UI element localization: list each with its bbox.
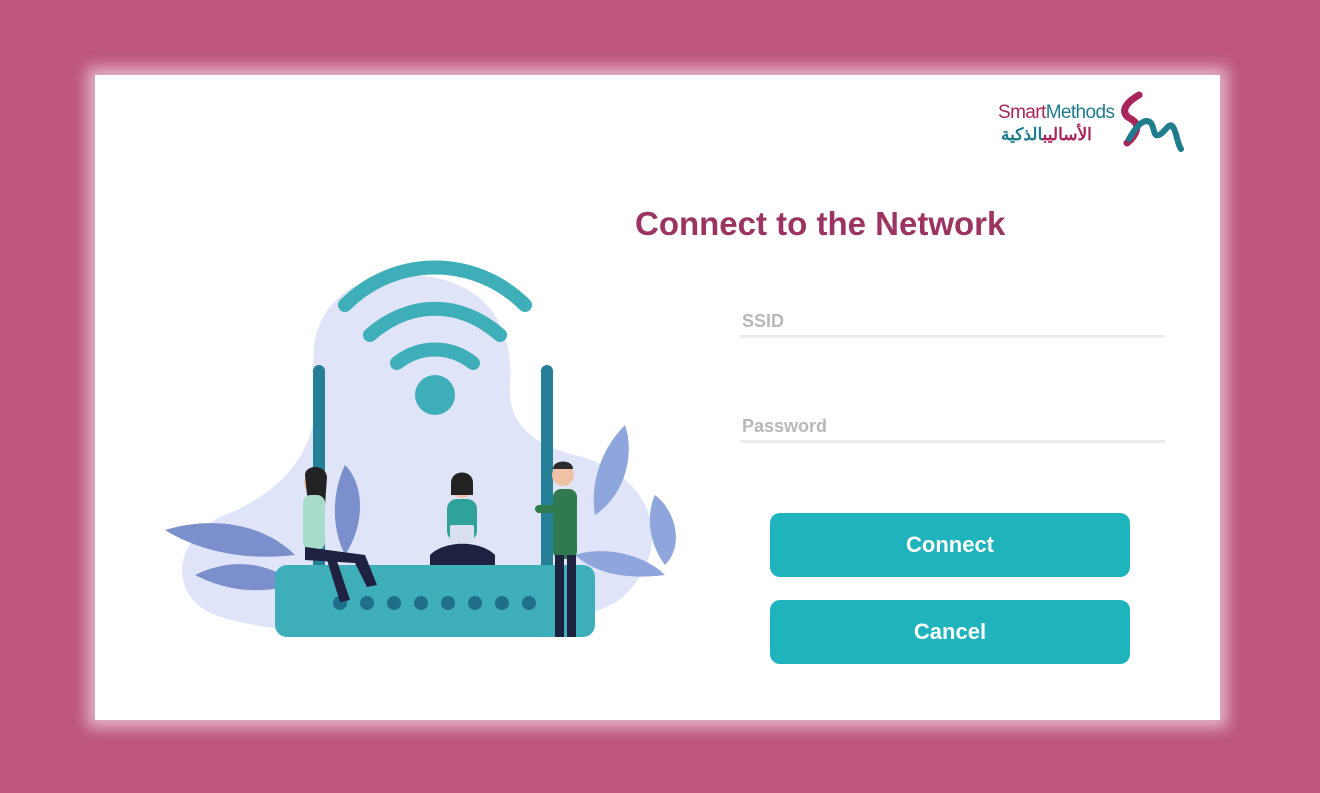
ssid-input[interactable] — [740, 308, 1165, 338]
logo-word-methods: Methods — [1045, 102, 1115, 123]
logo-arabic-word-1: الأساليب — [1042, 125, 1092, 144]
router-icon — [275, 565, 595, 637]
cancel-button[interactable]: Cancel — [770, 600, 1130, 664]
antenna-right — [541, 365, 553, 575]
logo-english-text: SmartMethods — [998, 102, 1115, 124]
connect-button[interactable]: Connect — [770, 513, 1130, 577]
logo-arabic-word-2: الذكية — [1001, 125, 1043, 144]
smart-methods-logo: SmartMethods الأساليبالذكية — [995, 89, 1190, 159]
page-title: Connect to the Network — [635, 205, 1006, 242]
logo-arabic-text: الأساليبالذكية — [1001, 125, 1092, 145]
sm-logo-icon — [1121, 91, 1184, 152]
logo-word-smart: Smart — [998, 102, 1046, 123]
router-illustration — [165, 260, 676, 637]
login-card: SmartMethods الأساليبالذكية Connect to t… — [95, 75, 1220, 720]
password-input[interactable] — [740, 413, 1165, 443]
